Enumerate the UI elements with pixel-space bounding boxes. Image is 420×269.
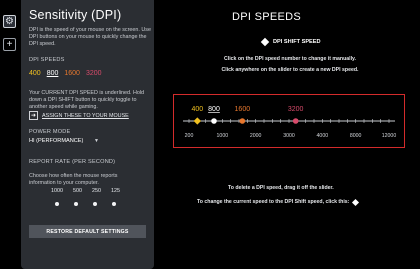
assign-arrow-icon: ➜ — [29, 111, 38, 120]
slider-tick-label: 1000 — [217, 133, 229, 139]
radio-250[interactable] — [93, 202, 97, 206]
dpi-point-400[interactable] — [193, 117, 202, 125]
report-rate-options: 1000 500 250 125 — [51, 188, 120, 194]
slider-tick-label: 4000 — [317, 133, 329, 139]
report-rate-label: REPORT RATE (PER SECOND) — [29, 159, 116, 165]
dpi-point-800[interactable] — [211, 118, 217, 124]
plus-icon[interactable]: + — [3, 38, 16, 51]
power-mode-label: POWER MODE — [29, 129, 71, 135]
dpi-point-label-3200[interactable]: 3200 — [288, 106, 304, 113]
diamond-icon — [260, 37, 270, 47]
main-title: DPI SPEEDS — [232, 11, 302, 23]
report-rate-125: 125 — [111, 188, 120, 194]
slider-tick-label: 8000 — [350, 133, 362, 139]
dpi-point-label-400[interactable]: 400 — [191, 106, 203, 113]
report-rate-description: Choose how often the mouse reports infor… — [29, 173, 118, 187]
dpi-speeds-label: DPI SPEEDS — [29, 57, 65, 63]
dpi-point-3200[interactable] — [292, 118, 299, 124]
slider-tick-label: 2000 — [250, 133, 262, 139]
dpi-shift-legend: DPI SHIFT SPEED — [260, 37, 321, 47]
slider-tick-labels: 200 1000 2000 3000 4000 8000 12000 — [185, 133, 397, 139]
shift-hint: To change the current speed to the DPI S… — [197, 198, 360, 206]
radio-500[interactable] — [74, 202, 78, 206]
panel-title: Sensitivity (DPI) — [29, 8, 122, 22]
instruction-slider: Click anywhere on the slider to create a… — [221, 67, 359, 73]
panel-description: DPI is the speed of your mouse on the sc… — [29, 27, 151, 48]
assign-label: ASSIGN THESE TO YOUR MOUSE — [42, 112, 129, 119]
icon-strip: ⚙ + — [0, 0, 20, 269]
gear-icon[interactable]: ⚙ — [3, 15, 16, 28]
assign-to-mouse[interactable]: ➜ ASSIGN THESE TO YOUR MOUSE — [29, 111, 129, 120]
dpi-point-label-1600[interactable]: 1600 — [235, 106, 251, 113]
dpi-speed-list: 400 800 1600 3200 — [29, 70, 102, 77]
diamond-icon[interactable] — [352, 198, 360, 206]
instruction-manual: Click on the DPI speed number to change … — [224, 56, 356, 62]
dpi-shift-label: DPI SHIFT SPEED — [273, 39, 321, 45]
power-mode-value: HI (PERFORMANCE) — [29, 138, 84, 144]
report-rate-250: 250 — [92, 188, 101, 194]
slider-tick-label: 200 — [185, 133, 194, 139]
shift-hint-text: To change the current speed to the DPI S… — [197, 199, 350, 205]
radio-1000[interactable] — [55, 202, 59, 206]
report-rate-radios — [55, 202, 116, 206]
report-rate-1000: 1000 — [51, 188, 63, 194]
current-speed-note: Your CURRENT DPI SPEED is underlined. Ho… — [29, 90, 145, 111]
delete-hint: To delete a DPI speed, drag it off the s… — [228, 185, 334, 191]
report-rate-500: 500 — [73, 188, 82, 194]
dpi-speed-3200[interactable]: 3200 — [86, 70, 102, 77]
radio-125[interactable] — [112, 202, 116, 206]
dpi-speed-400[interactable]: 400 — [29, 70, 41, 77]
dpi-speed-1600[interactable]: 1600 — [64, 70, 80, 77]
restore-defaults-button[interactable]: RESTORE DEFAULT SETTINGS — [29, 225, 146, 238]
dpi-slider[interactable]: 200 1000 2000 3000 4000 8000 12000 400 800 1600 3… — [173, 94, 405, 148]
dpi-point-label-800[interactable]: 800 — [208, 106, 220, 113]
dpi-speed-800[interactable]: 800 — [47, 70, 59, 77]
dpi-point-1600[interactable] — [239, 118, 246, 124]
chevron-down-icon: ▼ — [94, 138, 99, 144]
slider-tick-label: 12000 — [382, 133, 397, 139]
slider-tick-label: 3000 — [283, 133, 295, 139]
power-mode-select[interactable]: HI (PERFORMANCE) ▼ — [29, 138, 99, 144]
